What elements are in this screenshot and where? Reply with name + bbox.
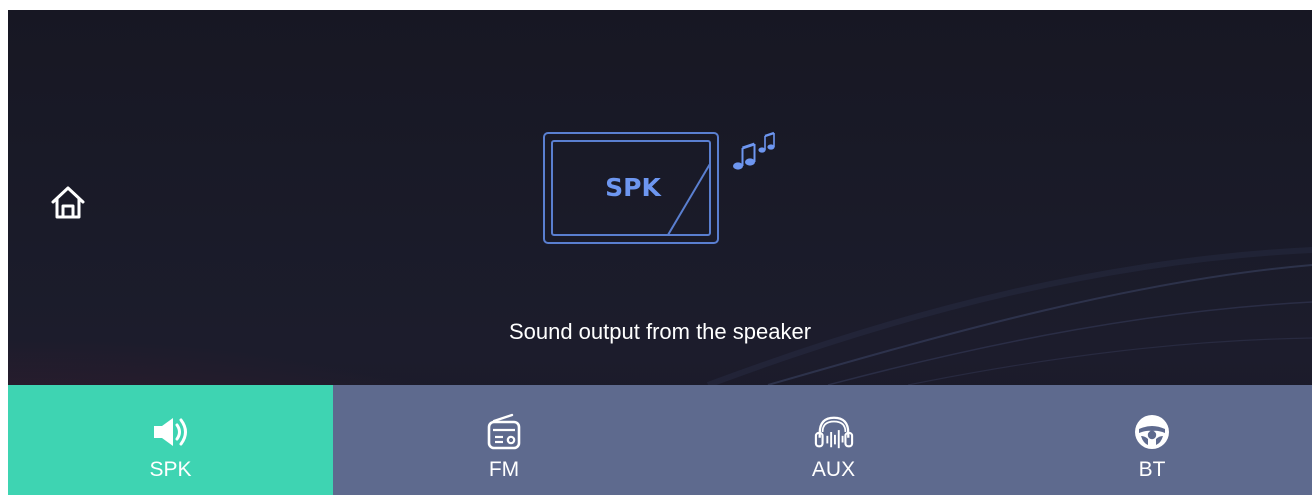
music-notes-icon: [733, 131, 775, 170]
source-tab-bar: SPK FM AUX BT: [8, 385, 1312, 495]
device-label: SPK: [605, 173, 661, 202]
tab-fm[interactable]: FM: [333, 385, 675, 495]
home-button[interactable]: [46, 180, 90, 224]
tab-label: BT: [1138, 458, 1166, 481]
speaker-icon: [151, 412, 191, 452]
output-caption: Sound output from the speaker: [508, 319, 812, 344]
steering-wheel-icon: [1132, 412, 1172, 452]
tab-label: FM: [488, 458, 520, 481]
home-icon: [51, 186, 85, 219]
device-inner-frame: SPK: [551, 140, 711, 236]
tab-spk[interactable]: SPK: [8, 385, 333, 495]
radio-icon: [484, 412, 524, 452]
audio-output-screen: SPK Sound output from the speaker SPK FM…: [8, 10, 1312, 495]
tab-aux[interactable]: AUX: [675, 385, 992, 495]
tab-label: SPK: [149, 458, 192, 481]
tab-label: AUX: [811, 458, 856, 481]
speaker-device-icon: SPK: [543, 132, 719, 244]
headphones-icon: [814, 412, 854, 452]
tab-bt[interactable]: BT: [992, 385, 1312, 495]
